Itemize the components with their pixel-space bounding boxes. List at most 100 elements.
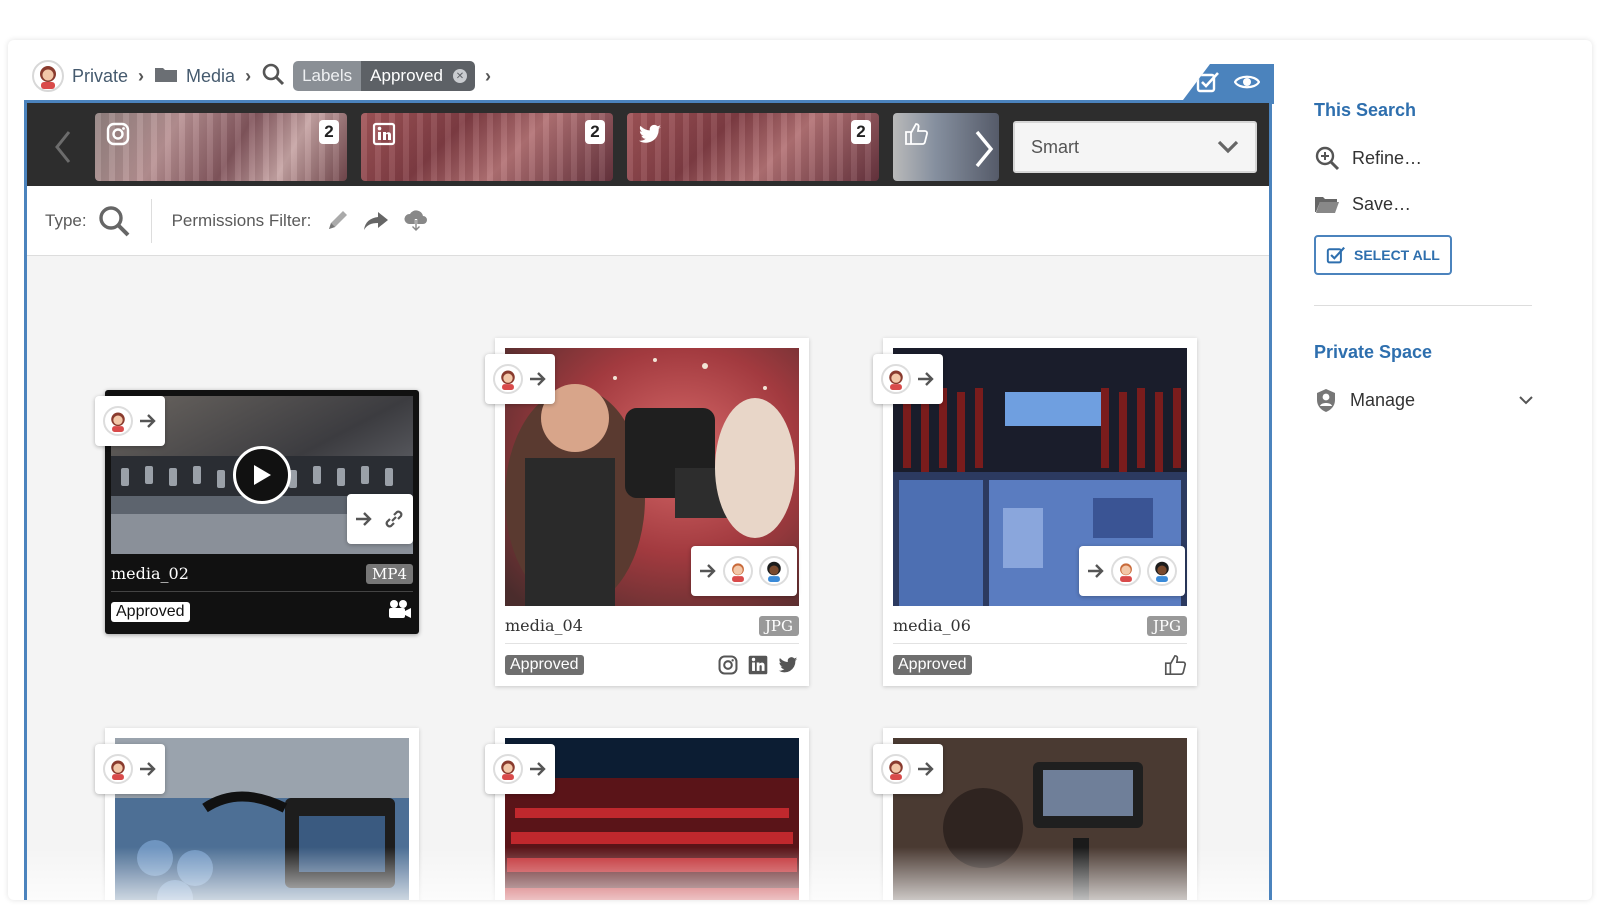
video-camera-icon (387, 599, 413, 626)
user-avatar (103, 754, 133, 784)
channel-icons (717, 654, 799, 676)
share-popover[interactable] (95, 396, 165, 446)
media-name: media_06 (893, 616, 971, 635)
app-window: Private › Media › Labels Approved ✕ › 2 … (8, 40, 1592, 900)
filter-bar: Type: Permissions Filter: (27, 186, 1269, 256)
save-label: Save… (1352, 193, 1412, 214)
thumbs-up-icon (1164, 654, 1187, 676)
user-avatar (493, 364, 523, 394)
user-avatar (1111, 556, 1141, 586)
media-name: media_02 (111, 564, 189, 583)
channel-bar: 2 2 2 Smart (27, 100, 1269, 186)
arrow-right-icon (140, 414, 156, 428)
media-footer: Approved (505, 646, 799, 684)
shared-users-popover[interactable] (691, 546, 797, 596)
eye-icon[interactable] (1233, 73, 1261, 96)
shield-user-icon (1317, 389, 1335, 412)
breadcrumb-private[interactable]: Private (72, 66, 128, 87)
search-icon[interactable] (261, 62, 285, 91)
linkedin-icon (372, 122, 396, 146)
media-meta: media_06 JPG (893, 608, 1187, 644)
user-avatar (493, 754, 523, 784)
status-badge: Approved (111, 602, 190, 622)
checkbox-icon (1326, 246, 1345, 264)
chevron-down-icon (1217, 140, 1239, 154)
status-badge: Approved (893, 655, 972, 675)
channel-instagram[interactable]: 2 (95, 113, 347, 181)
share-popover[interactable] (95, 744, 165, 794)
play-icon (254, 465, 271, 485)
label-filter-value-wrap: Approved ✕ (361, 61, 475, 91)
refine-label: Refine… (1352, 147, 1423, 168)
user-avatar (723, 556, 753, 586)
divider (150, 198, 152, 243)
share-arrow-icon[interactable] (363, 210, 389, 232)
user-avatar[interactable] (32, 60, 64, 92)
play-button[interactable] (233, 446, 291, 504)
media-meta: media_04 JPG (505, 608, 799, 644)
sort-select[interactable]: Smart (1013, 121, 1257, 173)
share-popover[interactable] (485, 744, 555, 794)
instagram-icon (718, 655, 738, 675)
user-avatar (881, 754, 911, 784)
arrow-right-icon (140, 762, 156, 776)
zoom-in-icon (1315, 146, 1340, 171)
arrow-right-icon (356, 512, 372, 526)
user-avatar (103, 406, 133, 436)
folder-icon (154, 65, 178, 88)
pencil-icon[interactable] (325, 209, 349, 233)
media-panel: 2 2 2 Smart Type: Permissions Filter: me… (24, 100, 1272, 900)
permissions-filter-label: Permissions Filter: (171, 210, 312, 230)
select-all-button[interactable]: SELECT ALL (1314, 235, 1452, 275)
select-all-label: SELECT ALL (1354, 247, 1440, 263)
twitter-icon (778, 657, 798, 673)
channel-texture (361, 113, 613, 181)
label-filter-key: Labels (293, 61, 362, 91)
divider (1314, 305, 1532, 306)
this-search-title: This Search (1314, 100, 1417, 120)
user-avatar (1147, 556, 1177, 586)
carousel-next-button[interactable] (967, 129, 1001, 169)
arrow-right-icon (918, 372, 934, 386)
search-icon[interactable] (97, 204, 131, 238)
label-filter-value: Approved (370, 66, 443, 85)
arrow-right-icon (700, 564, 716, 578)
chevron-right-icon: › (245, 65, 252, 86)
view-toggle-tab (1180, 64, 1274, 104)
private-space-title: Private Space (1314, 342, 1433, 362)
user-avatar (881, 364, 911, 394)
share-popover[interactable] (873, 354, 943, 404)
arrow-right-icon (530, 372, 546, 386)
share-popover[interactable] (485, 354, 555, 404)
channel-twitter[interactable]: 2 (627, 113, 879, 181)
instagram-icon (106, 122, 130, 146)
channel-texture (627, 113, 879, 181)
status-badge: Approved (505, 655, 584, 675)
manage-dropdown[interactable]: Manage (1314, 377, 1534, 423)
checkbox-icon[interactable] (1196, 71, 1220, 98)
remove-filter-icon[interactable]: ✕ (452, 69, 467, 83)
cloud-download-icon[interactable] (403, 209, 429, 232)
media-name: media_04 (505, 616, 583, 635)
arrow-right-icon (1088, 564, 1104, 578)
arrow-right-icon (530, 762, 546, 776)
channel-count: 2 (851, 120, 871, 144)
type-filter-label: Type: (45, 210, 87, 230)
folder-open-icon (1315, 197, 1339, 213)
label-filter-pill[interactable]: Labels Approved ✕ (293, 61, 475, 91)
chevron-right-icon: › (484, 65, 491, 86)
breadcrumb-media[interactable]: Media (186, 66, 235, 87)
media-meta: media_02 MP4 (111, 556, 413, 592)
media-type-badge: MP4 (366, 563, 413, 584)
link-popover[interactable] (347, 494, 413, 544)
shared-users-popover[interactable] (1079, 546, 1185, 596)
sort-select-value: Smart (1031, 136, 1080, 157)
linkedin-icon (748, 655, 768, 675)
channel-count: 2 (319, 120, 339, 144)
channel-linkedin[interactable]: 2 (361, 113, 613, 181)
save-search-link[interactable]: Save… (1314, 181, 1534, 227)
share-popover[interactable] (873, 744, 943, 794)
user-avatar (759, 556, 789, 586)
carousel-prev-button[interactable] (47, 127, 79, 167)
refine-link[interactable]: Refine… (1314, 135, 1534, 181)
